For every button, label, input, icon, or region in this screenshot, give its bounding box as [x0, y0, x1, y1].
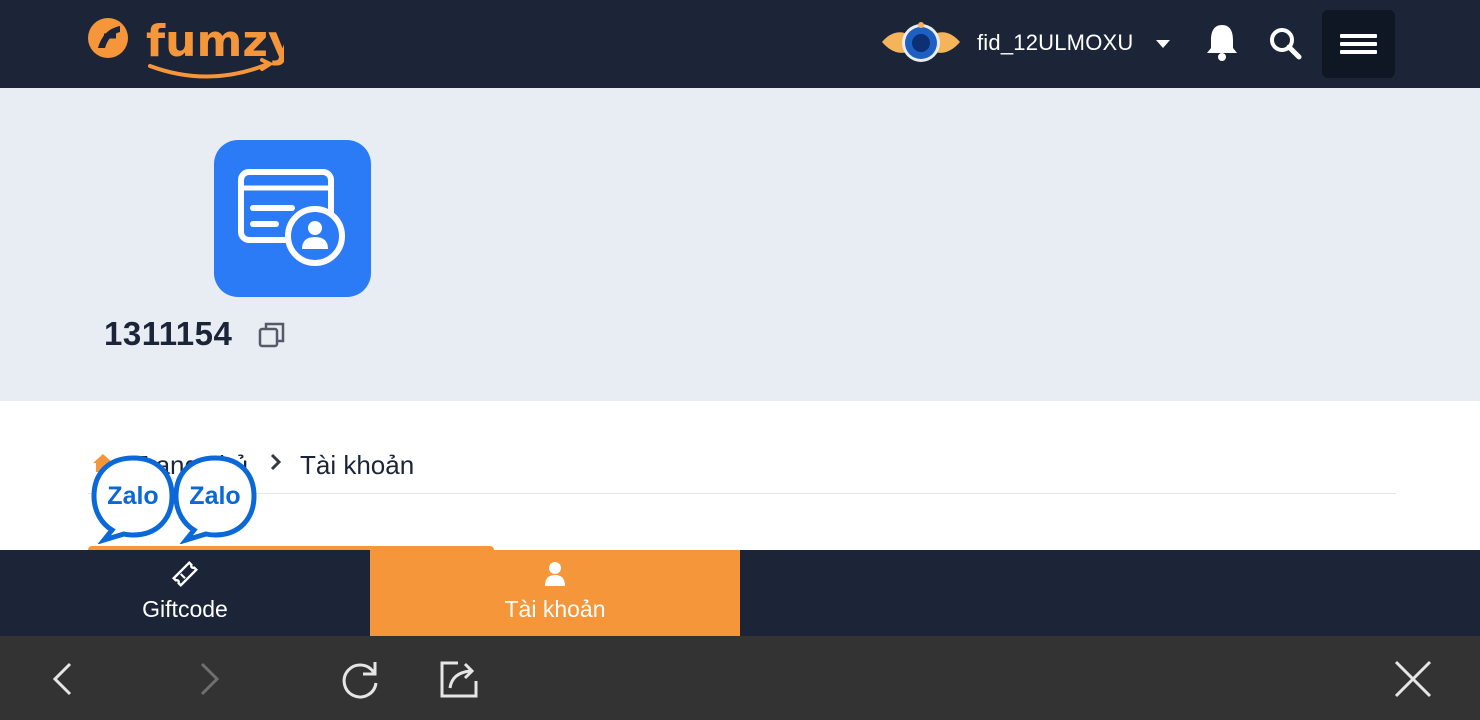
- zalo-label: Zalo: [189, 482, 240, 510]
- ticket-icon: [171, 560, 199, 588]
- bottom-tab-bar: Giftcode Tài khoản: [0, 550, 1480, 636]
- zalo-bubble-icon: Zalo: [173, 455, 257, 545]
- close-icon[interactable]: [1390, 656, 1436, 702]
- top-header: fumzy fid_12ULMOXU: [0, 0, 1480, 88]
- breadcrumb: Trang chủ Tài khoản: [88, 440, 1396, 494]
- caret-down-icon[interactable]: [1155, 38, 1171, 50]
- menu-bar: [1340, 42, 1377, 46]
- hamburger-menu-button[interactable]: [1322, 10, 1395, 78]
- breadcrumb-current: Tài khoản: [300, 450, 415, 480]
- tab-account[interactable]: Tài khoản: [370, 550, 740, 636]
- copy-icon[interactable]: [257, 320, 287, 350]
- reload-icon[interactable]: [338, 656, 384, 702]
- account-id: 1311154: [104, 315, 233, 352]
- forward-icon[interactable]: [186, 656, 232, 702]
- id-card-icon: [238, 169, 345, 266]
- bell-icon[interactable]: [1204, 22, 1240, 62]
- chevron-right-icon: [270, 453, 282, 471]
- zalo-bubble-icon: Zalo: [91, 455, 175, 545]
- browser-toolbar: [0, 636, 1480, 720]
- menu-bar: [1340, 50, 1377, 54]
- tab-label: Giftcode: [142, 596, 228, 622]
- user-icon: [545, 562, 565, 586]
- account-card-tile: [214, 140, 371, 297]
- menu-bar: [1340, 34, 1377, 38]
- tab-label: Tài khoản: [504, 596, 606, 622]
- back-icon[interactable]: [40, 656, 86, 702]
- tab-giftcode[interactable]: Giftcode: [0, 550, 370, 636]
- fumzy-logo[interactable]: fumzy: [84, 8, 284, 80]
- zalo-chat-button[interactable]: Zalo: [90, 452, 176, 545]
- username-label[interactable]: fid_12ULMOXU: [977, 30, 1133, 56]
- avatar[interactable]: [880, 20, 962, 66]
- share-icon[interactable]: [436, 656, 482, 702]
- search-icon[interactable]: [1268, 26, 1302, 60]
- zalo-chat-button-2[interactable]: Zalo: [172, 452, 258, 545]
- profile-section: 1311154: [0, 88, 1480, 401]
- zalo-label: Zalo: [107, 482, 158, 510]
